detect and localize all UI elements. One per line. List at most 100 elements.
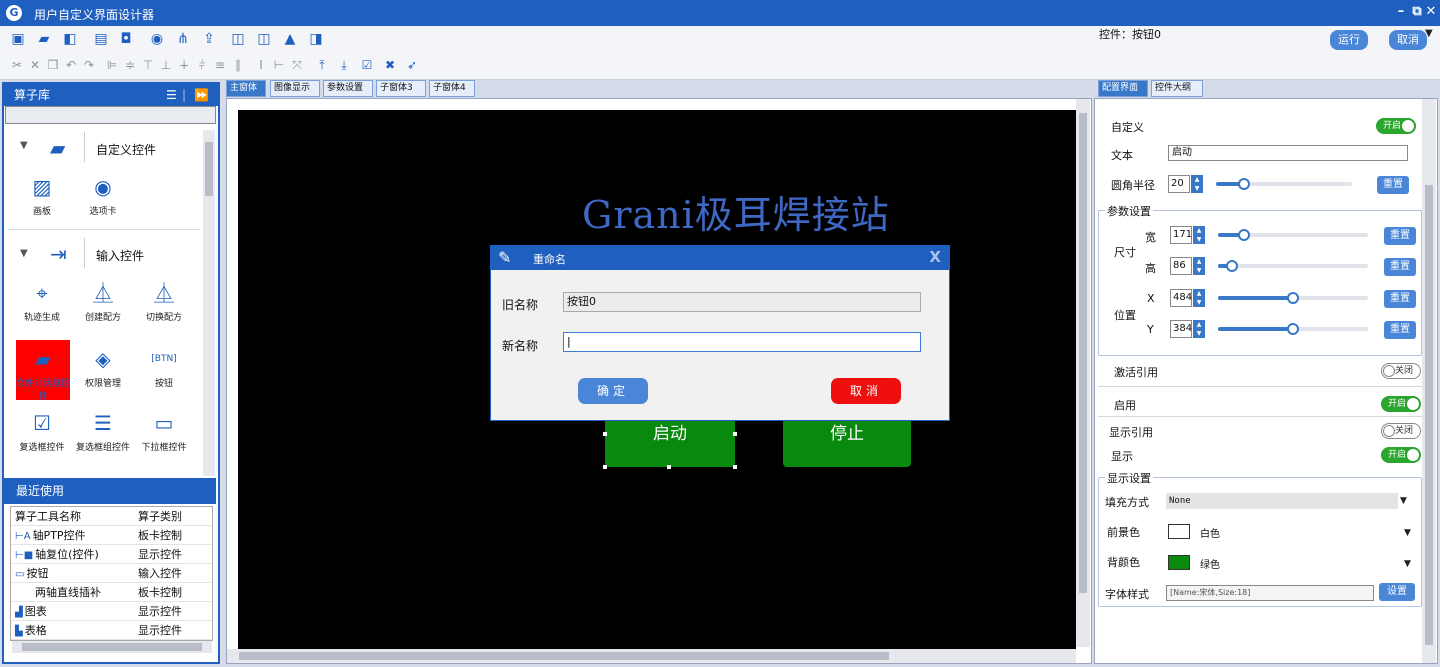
tool-checkbox-group[interactable]: ☰ 复选框组控件 (73, 410, 133, 453)
open-folder-icon[interactable]: ▰ (35, 30, 53, 48)
space-icon[interactable]: ∥ (229, 56, 247, 74)
new-file-icon[interactable]: ▣ (9, 30, 27, 48)
scroll-thumb[interactable] (22, 643, 202, 651)
selected-control-line[interactable]: 控件：按钮0 (1099, 26, 1161, 42)
minimize-icon[interactable]: – (1394, 5, 1408, 19)
recent-h-scrollbar[interactable] (12, 641, 212, 653)
dialog-cancel-button[interactable]: 取消 (831, 378, 901, 404)
x-reset-button[interactable]: 重置 (1384, 290, 1416, 308)
scroll-thumb[interactable] (205, 142, 213, 196)
toolbox-icon[interactable]: ▤ (92, 30, 110, 48)
width-slider[interactable] (1218, 229, 1368, 241)
y-slider[interactable] (1218, 323, 1368, 335)
library-search-input[interactable] (5, 106, 216, 124)
redo-icon[interactable]: ↷ (80, 56, 98, 74)
resize-handle[interactable] (733, 432, 737, 436)
collapse-panel-icon[interactable]: ⏩ (194, 84, 209, 106)
window-remove-icon[interactable]: ◫ (255, 30, 273, 48)
scissors-icon[interactable]: ✕ (26, 56, 44, 74)
radius-reset-button[interactable]: 重置 (1377, 176, 1409, 194)
tool-file-dialog[interactable]: ▰ 文件对话框控件 (13, 346, 73, 402)
slider-thumb[interactable] (1238, 178, 1250, 190)
width-spinner[interactable]: 171 (1170, 226, 1192, 244)
send-icon[interactable]: ➶ (403, 56, 421, 74)
custom-toggle[interactable]: 开启 (1376, 118, 1416, 134)
preview-eye-icon[interactable]: ◉ (148, 30, 166, 48)
tab-control-outline[interactable]: 控件大纲 (1151, 80, 1203, 97)
display-ref-toggle[interactable]: 关闭 (1381, 423, 1421, 439)
tab-main-window[interactable]: 主窗体 (226, 80, 266, 97)
table-row[interactable]: ▟ 图表 显示控件 (11, 602, 212, 621)
radius-slider[interactable] (1216, 178, 1352, 190)
height-spinner[interactable]: 86 (1170, 257, 1192, 275)
tab-config-ui[interactable]: 配置界面 (1098, 80, 1148, 97)
delete-icon[interactable]: ✖ (381, 56, 399, 74)
foreground-swatch[interactable] (1168, 524, 1190, 539)
spinner-arrows-icon[interactable]: ▲ ▼ (1193, 320, 1205, 338)
cut-icon[interactable]: ✂ (8, 56, 26, 74)
align-top-icon[interactable]: ⊤ (139, 56, 157, 74)
align-bottom-icon[interactable]: ∔ (175, 56, 193, 74)
y-reset-button[interactable]: 重置 (1384, 321, 1416, 339)
share-icon[interactable]: ⋔ (174, 30, 192, 48)
table-row[interactable]: ⊢■ 轴复位(控件) 显示控件 (11, 545, 212, 564)
background-swatch[interactable] (1168, 555, 1190, 570)
check-icon[interactable]: ☑ (358, 56, 376, 74)
window-add-icon[interactable]: ◫ (229, 30, 247, 48)
resize-handle[interactable] (603, 465, 607, 469)
enable-toggle[interactable]: 开启 (1381, 396, 1421, 412)
layout-icon[interactable]: ◨ (307, 30, 325, 48)
activate-ref-toggle[interactable]: 关闭 (1381, 363, 1421, 379)
distribute-h-icon[interactable]: ⫩ (193, 56, 211, 74)
chevron-down-icon[interactable]: ▼ (1404, 559, 1411, 569)
spinner-arrows-icon[interactable]: ▲ ▼ (1193, 226, 1205, 244)
ok-button[interactable]: 确定 (578, 378, 648, 404)
fill-select[interactable]: None (1166, 493, 1398, 509)
tool-dropdown[interactable]: ▭ 下拉框控件 (134, 410, 194, 453)
height-slider[interactable] (1218, 260, 1368, 272)
x-slider[interactable] (1218, 292, 1368, 304)
tool-canvas[interactable]: ▨ 画板 (12, 174, 72, 217)
canvas-v-scrollbar[interactable] (1076, 99, 1090, 647)
tab-param-settings[interactable]: 参数设置 (323, 80, 373, 97)
slider-thumb[interactable] (1287, 292, 1299, 304)
spinner-arrows-icon[interactable]: ▲ ▼ (1191, 175, 1203, 193)
tool-button[interactable]: [BTN] 按钮 (134, 346, 194, 389)
menu-icon[interactable]: ☰ (166, 84, 177, 106)
tool-create-recipe[interactable]: ⏅ 创建配方 (73, 280, 133, 323)
new-name-input[interactable]: | (563, 332, 921, 352)
table-row[interactable]: ▙ 表格 显示控件 (11, 621, 212, 640)
upload-icon[interactable]: ⇪ (200, 30, 218, 48)
resize-handle[interactable] (603, 432, 607, 436)
canvas-h-scrollbar[interactable] (227, 649, 1076, 663)
run-button[interactable]: 运行 (1330, 30, 1368, 50)
undo-icon[interactable]: ↶ (62, 56, 80, 74)
same-width-icon[interactable]: ⊢ (270, 56, 288, 74)
scroll-thumb[interactable] (239, 652, 889, 660)
height-reset-button[interactable]: 重置 (1384, 258, 1416, 276)
scroll-thumb[interactable] (1425, 185, 1433, 645)
slider-thumb[interactable] (1238, 229, 1250, 241)
copy-icon[interactable]: ❐ (44, 56, 62, 74)
control-dropdown-icon[interactable]: ▼ (1425, 28, 1433, 39)
save-all-icon[interactable]: ◧ (61, 30, 79, 48)
close-icon[interactable]: X (929, 248, 941, 266)
spinner-arrows-icon[interactable]: ▲ ▼ (1193, 257, 1205, 275)
library-scrollbar[interactable] (203, 130, 215, 476)
resize-handle[interactable] (733, 465, 737, 469)
distribute-v-icon[interactable]: ≡ (211, 56, 229, 74)
font-set-button[interactable]: 设置 (1379, 583, 1415, 601)
spinner-arrows-icon[interactable]: ▲ ▼ (1193, 289, 1205, 307)
display-toggle[interactable]: 开启 (1381, 447, 1421, 463)
table-row[interactable]: ⊢A 轴PTP控件 板卡控制 (11, 526, 212, 545)
collapse-arrow-icon[interactable]: ▼ (20, 248, 28, 259)
align-center-icon[interactable]: ≑ (121, 56, 139, 74)
width-reset-button[interactable]: 重置 (1384, 227, 1416, 245)
tool-switch-recipe[interactable]: ⏅ 切换配方 (134, 280, 194, 323)
send-back-icon[interactable]: ⤓ (335, 56, 353, 74)
same-size-icon[interactable]: ⤧ (288, 56, 306, 74)
collapse-arrow-icon[interactable]: ▼ (20, 140, 28, 151)
tool-permissions[interactable]: ◈ 权限管理 (73, 346, 133, 389)
y-spinner[interactable]: 384 (1170, 320, 1192, 338)
radius-spinner[interactable]: 20 (1168, 175, 1190, 193)
